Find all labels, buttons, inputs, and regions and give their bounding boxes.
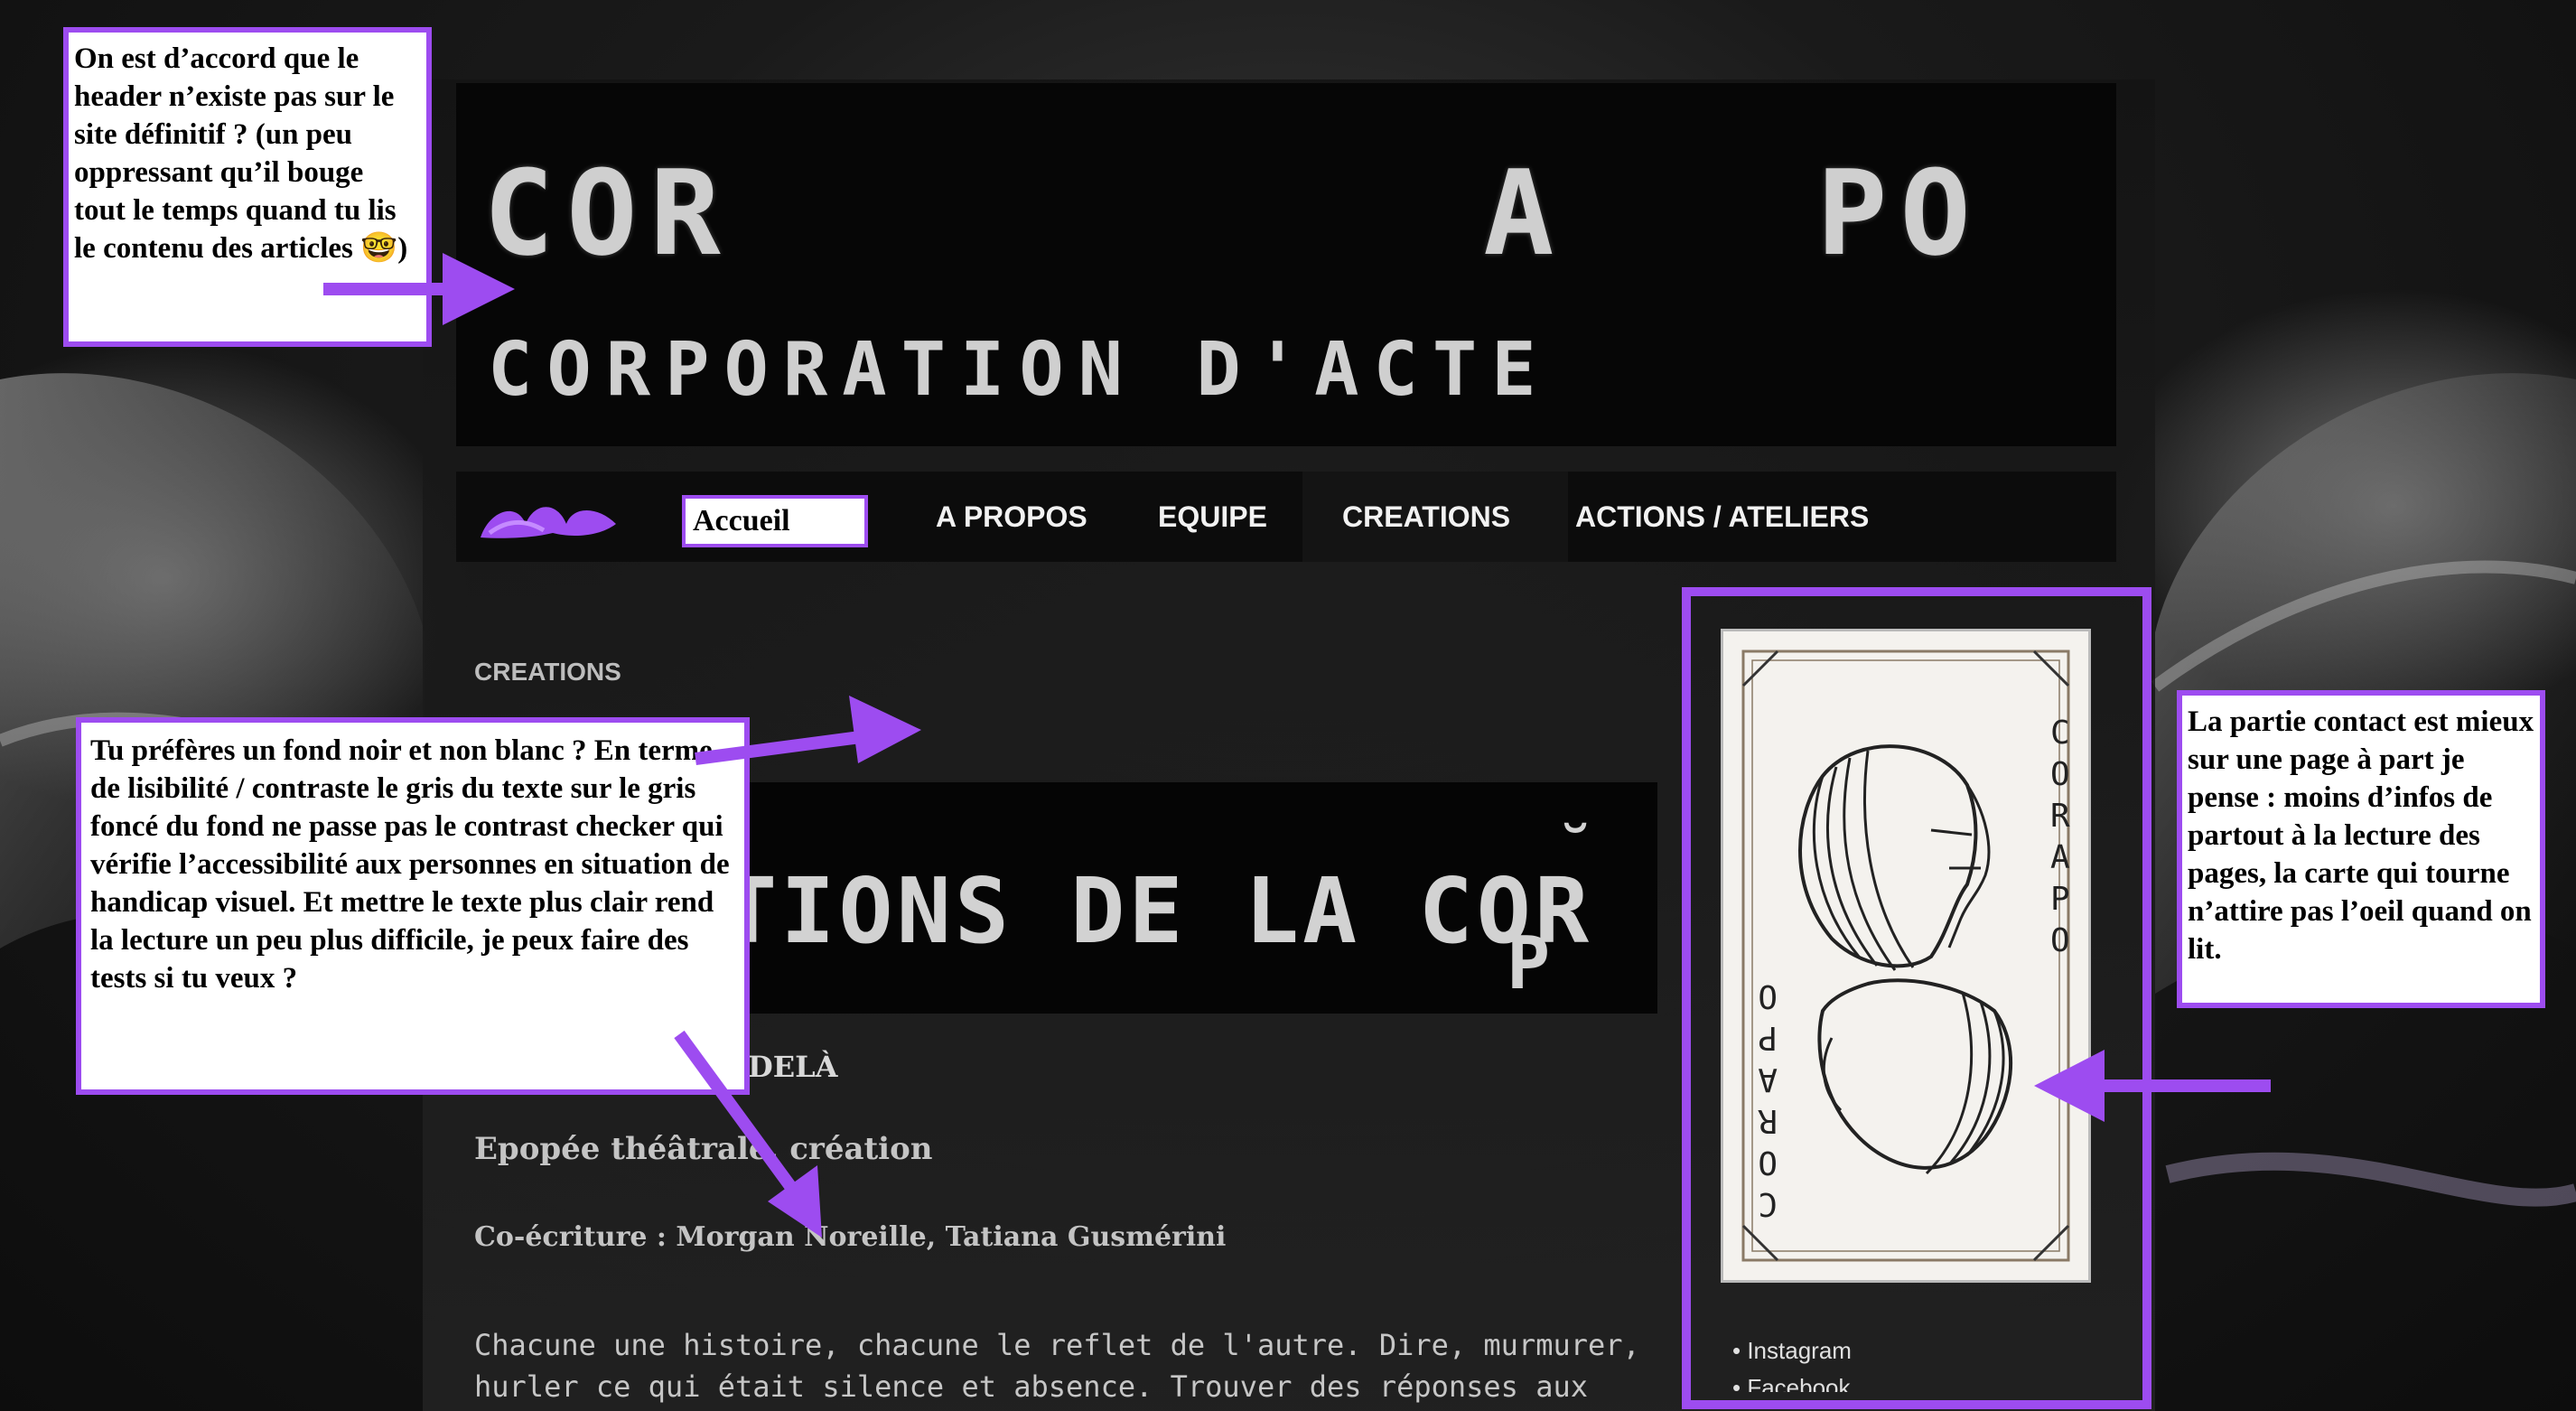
nav-item-equipe[interactable]: EQUIPE <box>1158 472 1267 562</box>
annotation-note-contact: La partie contact est mieux sur une page… <box>2177 690 2545 1008</box>
site-subtitle: CORPORATION D'ACTE <box>488 327 1551 413</box>
nav-item-actions-ateliers[interactable]: ACTIONS / ATELIERS <box>1575 472 1869 562</box>
social-instagram-label: Instagram <box>1747 1337 1852 1364</box>
breadcrumb[interactable]: CREATIONS <box>474 658 621 687</box>
social-item-instagram[interactable]: • Instagram <box>1732 1337 1852 1365</box>
page-title-tail-bottom: P <box>1507 921 1551 1005</box>
social-facebook-label: Facebook <box>1747 1374 1851 1392</box>
social-list: • Instagram • Facebook <box>1732 1337 1852 1392</box>
logo-scribble-icon[interactable] <box>471 483 625 551</box>
page-title-text: TIONS DE LA COR <box>723 858 1593 964</box>
annotation-note-header: On est d’accord que le header n’existe p… <box>63 27 432 347</box>
article-credits: Co-écriture : Morgan Noreille, Tatiana G… <box>474 1221 1227 1253</box>
card-text-left: CORAPO <box>1758 977 1778 1222</box>
social-item-facebook[interactable]: • Facebook <box>1732 1374 1852 1392</box>
nav-item-creations-label: CREATIONS <box>1342 500 1511 533</box>
card-illustration-icon <box>1741 649 2070 1262</box>
page-title-tail-top: ˘ <box>1554 813 1598 897</box>
article-paragraph: Chacune une histoire, chacune le reflet … <box>474 1328 1640 1404</box>
article-heading: DELÀ <box>748 1050 838 1084</box>
card-text-right: CORAPO <box>2050 715 2070 959</box>
site-title: COR A PO <box>483 145 1983 282</box>
corapo-card: CORAPO CORAPO <box>1721 629 2091 1283</box>
page-title: TIONS DE LA COR <box>723 858 1592 964</box>
article-genre: Epopée théâtrale, création <box>474 1131 933 1167</box>
nav-item-creations[interactable]: CREATIONS <box>1302 472 1568 562</box>
nav-item-accueil[interactable]: Accueil <box>682 495 868 547</box>
nav-item-a-propos[interactable]: A PROPOS <box>936 472 1087 562</box>
annotation-note-background: Tu préfères un fond noir et non blanc ? … <box>76 717 750 1095</box>
